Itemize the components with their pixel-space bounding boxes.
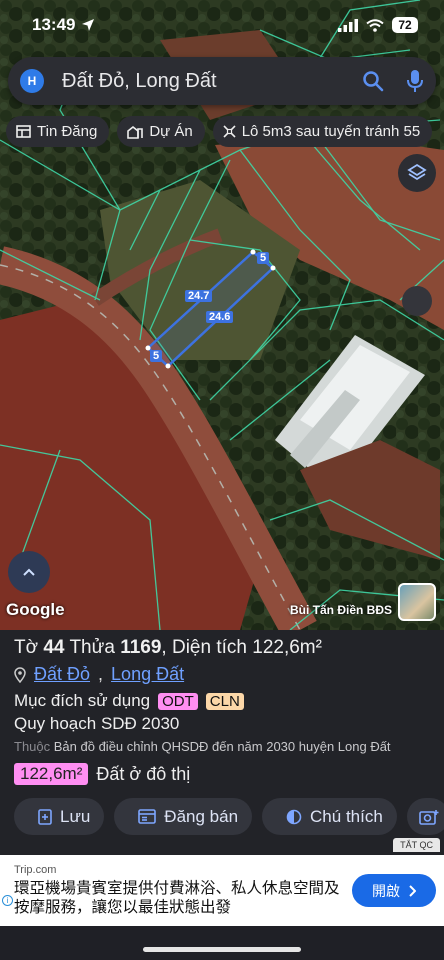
tag-cln: CLN bbox=[205, 692, 244, 710]
tag-odt: ODT bbox=[158, 692, 198, 710]
status-time: 13:49 bbox=[32, 15, 95, 35]
parcel-info-panel: Tờ 44 Thửa 1169, Diện tích 122,6m² Đất Đ… bbox=[0, 630, 444, 856]
land-use-row: Mục đích sử dụng ODT CLN bbox=[14, 691, 430, 711]
ad-open-label: 開啟 bbox=[372, 882, 400, 899]
home-indicator[interactable] bbox=[143, 947, 301, 952]
table-icon bbox=[16, 125, 31, 138]
dimension-label-right: 24.6 bbox=[206, 311, 234, 323]
chip-lo-5m3[interactable]: Lô 5m3 sau tuyến tránh 55 bbox=[212, 116, 433, 147]
microphone-icon[interactable] bbox=[406, 69, 424, 93]
layers-icon bbox=[407, 163, 427, 181]
author-name: Bùi Tấn Điền BĐS bbox=[289, 603, 392, 617]
map-pin-icon bbox=[14, 666, 26, 683]
ad-text: 環亞機場貴賓室提供付費淋浴、私人休息空間及按摩服務，讓您以最佳狀態出發 bbox=[14, 880, 340, 916]
scroll-handle[interactable] bbox=[402, 286, 432, 316]
listing-icon bbox=[138, 809, 157, 824]
location-arrow-icon bbox=[82, 19, 95, 31]
expand-button[interactable] bbox=[8, 551, 50, 593]
ad-open-button[interactable]: 開啟 bbox=[352, 874, 436, 907]
dimension-label-left: 24.7 bbox=[185, 290, 213, 302]
photo-button[interactable] bbox=[406, 798, 444, 835]
search-icon[interactable] bbox=[362, 70, 384, 92]
zoning-type: Đất ở đô thị bbox=[96, 763, 191, 784]
zoning-row: 122,6m² Đất ở đô thị bbox=[14, 763, 430, 785]
parcel-number: 1169 bbox=[120, 637, 162, 658]
chip-du-an[interactable]: Dự Án bbox=[117, 116, 205, 147]
post-sale-button[interactable]: Đăng bán bbox=[114, 798, 253, 835]
layers-button[interactable] bbox=[398, 154, 436, 192]
plan-title: Quy hoạch SDĐ 2030 bbox=[14, 714, 180, 733]
title-prefix: Tờ bbox=[14, 637, 39, 658]
building-icon bbox=[127, 125, 144, 139]
search-bar[interactable]: H Đất Đỏ, Long Đất bbox=[8, 57, 436, 105]
search-input[interactable]: Đất Đỏ, Long Đất bbox=[62, 70, 362, 93]
map-view[interactable]: 5 24.7 24.6 5 13:49 72 H Đất Đỏ, Long Đấ… bbox=[0, 0, 444, 630]
close-ad-button[interactable]: TẮT QC bbox=[393, 838, 440, 852]
info-icon[interactable]: i bbox=[2, 895, 13, 906]
camera-icon bbox=[418, 809, 439, 825]
parcel-title: Tờ 44 Thửa 1169, Diện tích 122,6m² bbox=[14, 637, 322, 658]
chevron-right-icon bbox=[409, 884, 416, 897]
legend-label: Chú thích bbox=[310, 806, 383, 826]
chevron-up-icon bbox=[23, 568, 35, 576]
signal-icon bbox=[338, 18, 358, 32]
dimension-label-bottom: 5 bbox=[150, 350, 163, 362]
dimension-label-top: 5 bbox=[257, 252, 270, 264]
zoning-area-badge: 122,6m² bbox=[14, 763, 89, 785]
ward-link[interactable]: Đất Đỏ bbox=[34, 664, 90, 685]
belongs-prefix: Thuộc bbox=[14, 739, 51, 754]
ruler-icon bbox=[223, 125, 236, 138]
time-text: 13:49 bbox=[32, 15, 76, 34]
location-row: Đất Đỏ, Long Đất bbox=[14, 664, 430, 685]
status-icons: 72 bbox=[338, 17, 418, 33]
google-logo: Google bbox=[6, 600, 65, 619]
status-bar: 13:49 72 bbox=[0, 0, 444, 50]
legend-button[interactable]: Chú thích bbox=[262, 798, 397, 835]
wifi-icon bbox=[366, 18, 384, 32]
battery-indicator: 72 bbox=[392, 17, 418, 33]
profile-avatar[interactable]: H bbox=[20, 69, 44, 93]
district-link[interactable]: Long Đất bbox=[111, 664, 184, 685]
area-value: 122,6m² bbox=[252, 637, 322, 658]
post-sale-label: Đăng bán bbox=[164, 806, 239, 826]
contrast-icon bbox=[286, 809, 302, 824]
bookmark-add-icon bbox=[38, 808, 52, 825]
belongs-text: Bản đồ điều chỉnh QHSDĐ đến năm 2030 huy… bbox=[53, 739, 391, 754]
area-label: Diện tích bbox=[171, 637, 247, 658]
chip-label: Dự Án bbox=[149, 123, 193, 140]
action-buttons: Lưu Đăng bán Chú thích bbox=[14, 798, 444, 835]
chip-label: Tin Đăng bbox=[37, 123, 98, 140]
sheet-number: 44 bbox=[43, 637, 65, 658]
bottom-safe-area bbox=[0, 926, 444, 960]
filter-chips: Tin Đăng Dự Án Lô 5m3 sau tuyến tránh 55 bbox=[6, 116, 433, 147]
save-button[interactable]: Lưu bbox=[14, 798, 105, 835]
chip-tin-dang[interactable]: Tin Đăng bbox=[6, 116, 110, 147]
parcel-label: Thửa bbox=[69, 637, 115, 658]
author-avatar[interactable] bbox=[398, 583, 436, 621]
chip-label: Lô 5m3 sau tuyến tránh 55 bbox=[241, 123, 421, 140]
ad-site: Trip.com bbox=[14, 864, 57, 876]
ad-banner[interactable]: i Trip.com 環亞機場貴賓室提供付費淋浴、私人休息空間及按摩服務，讓您以… bbox=[0, 855, 444, 926]
plan-source: Thuộc Bản đồ điều chỉnh QHSDĐ đến năm 20… bbox=[14, 739, 430, 754]
save-label: Lưu bbox=[60, 806, 91, 826]
purpose-label: Mục đích sử dụng bbox=[14, 691, 151, 710]
